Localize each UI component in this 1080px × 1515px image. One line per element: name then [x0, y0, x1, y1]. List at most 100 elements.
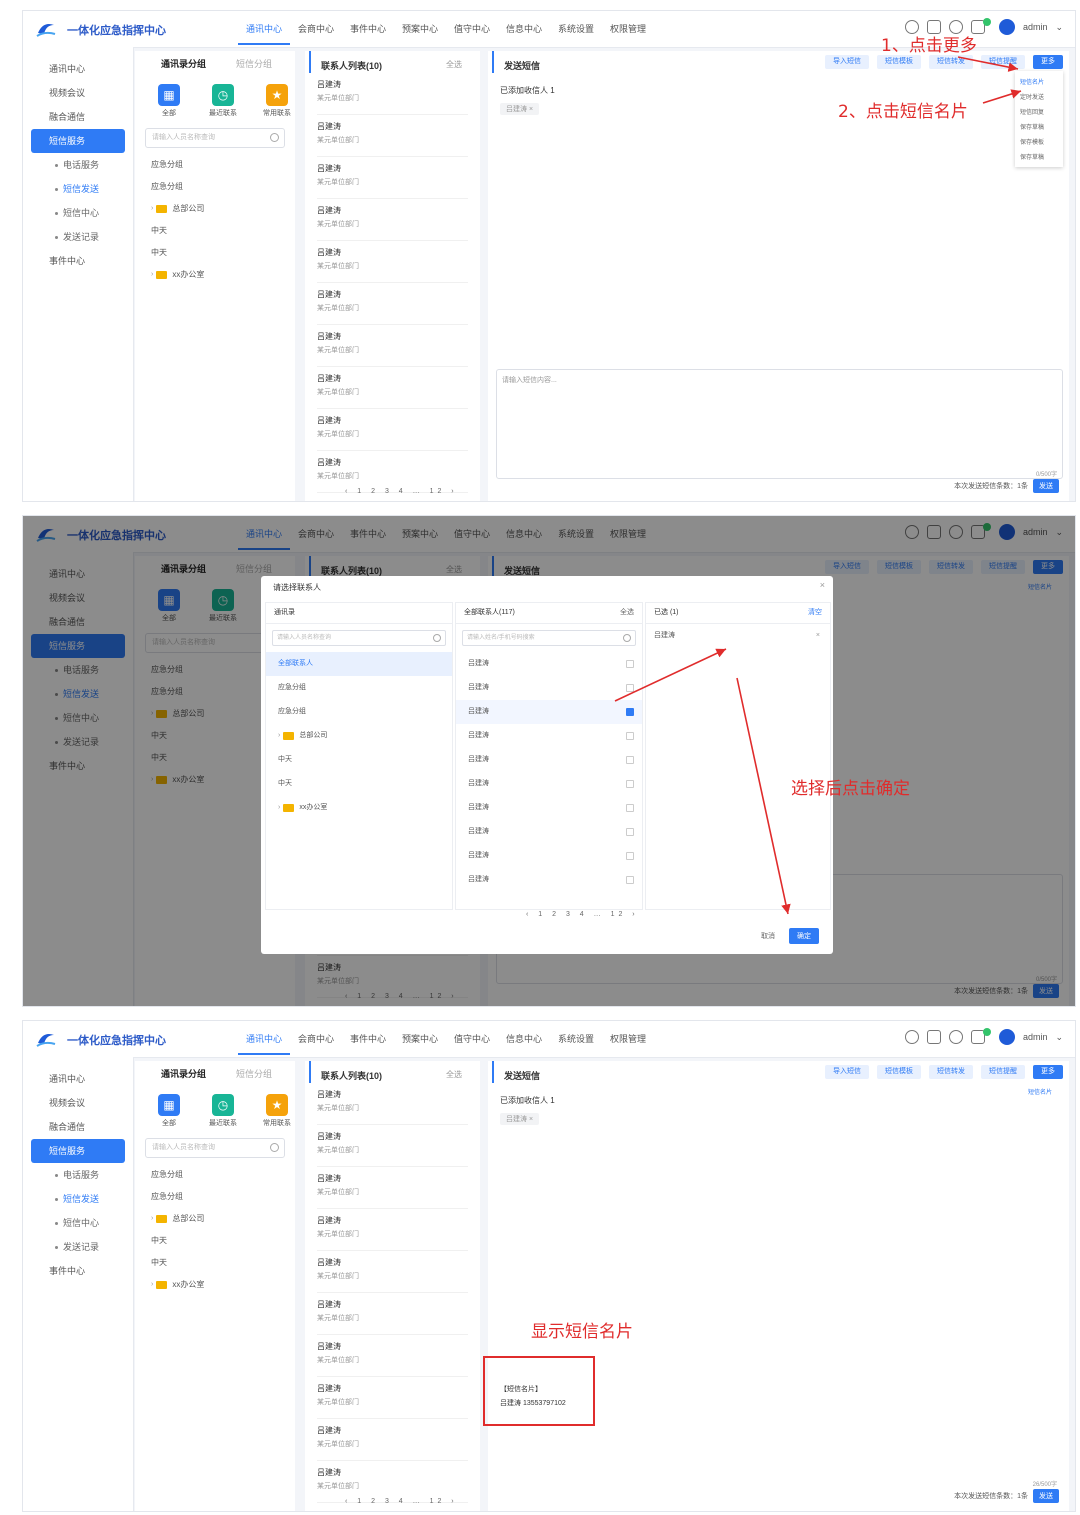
online-badge	[982, 1028, 991, 1036]
tutorial-page: 一体化应急指挥中心 通讯中心 会商中心 事件中心 预案中心 值守中心 信息中心 系统设置 权限…	[0, 0, 1080, 1515]
avatar[interactable]	[998, 1029, 1015, 1045]
contact-item[interactable]: 吕建涛某元单位部门	[317, 1299, 468, 1335]
group-tree-label: 总部公司	[172, 1214, 205, 1223]
contact-name: 吕建涛	[317, 1426, 341, 1435]
contact-name: 吕建涛	[317, 1216, 341, 1225]
contact-dept: 某元单位部门	[317, 1315, 359, 1322]
sidebar-item[interactable]: 通讯中心	[23, 1067, 133, 1091]
folder-icon	[156, 1281, 168, 1289]
chevron-down-icon[interactable]: ⌄	[1055, 1032, 1063, 1043]
sidebar-subitem[interactable]: 短信发送	[23, 1187, 133, 1211]
contact-name: 吕建涛	[317, 1300, 341, 1309]
sidebar: 通讯中心 视频会议 融合通信 短信服务 电话服务 短信发送 短信中心 发送记录 事件中心	[23, 1057, 134, 1511]
contact-dept: 某元单位部门	[317, 1483, 359, 1490]
group-tree-item[interactable]: 中天	[135, 1230, 295, 1252]
nav-item[interactable]: 通讯中心	[238, 1021, 290, 1055]
step-screenshot-1: 一体化应急指挥中心 通讯中心 会商中心 事件中心 预案中心 值守中心 信息中心 系统设置 权限…	[22, 10, 1076, 502]
username[interactable]: admin	[1023, 1032, 1048, 1042]
group-shortcut[interactable]: ★ 常用联系	[261, 1094, 293, 1128]
group-tree-label: 应急分组	[151, 1170, 183, 1179]
contact-dept: 某元单位部门	[317, 1231, 359, 1238]
recipient-tag[interactable]: 吕建涛 ×	[500, 1113, 540, 1125]
annotation-arrows	[957, 56, 1022, 104]
sidebar-item[interactable]: 融合通信	[23, 1115, 133, 1139]
group-tree-label: 中天	[151, 1236, 167, 1245]
contact-item[interactable]: 吕建涛某元单位部门	[317, 1341, 468, 1377]
send-toolbar-button[interactable]: 短信转发	[929, 1065, 973, 1079]
group-tree-item[interactable]: › 总部公司	[135, 1208, 295, 1230]
group-shortcut[interactable]: ◷ 最近联系	[207, 1094, 239, 1128]
pagination[interactable]: ‹ 1 2 3 4 … 12 ›	[345, 1498, 458, 1505]
top-navbar: 一体化应急指挥中心 通讯中心 会商中心 事件中心 预案中心 值守中心 信息中心 系统设置 权限…	[23, 1021, 1075, 1058]
group-search-input[interactable]: 请输入人员名称查询	[145, 1138, 285, 1158]
contact-item[interactable]: 吕建涛某元单位部门	[317, 1131, 468, 1167]
nav-item[interactable]: 预案中心	[394, 1021, 446, 1057]
contact-item[interactable]: 吕建涛某元单位部门	[317, 1383, 468, 1419]
sidebar-subitem[interactable]: 电话服务	[23, 1163, 133, 1187]
nav-item[interactable]: 系统设置	[550, 1021, 602, 1057]
group-shortcut[interactable]: ▦ 全部	[153, 1094, 185, 1128]
contact-dept: 某元单位部门	[317, 1357, 359, 1364]
tab-sms-group[interactable]: 短信分组	[236, 1067, 272, 1080]
contact-dept: 某元单位部门	[317, 1147, 359, 1154]
contact-name: 吕建涛	[317, 1258, 341, 1267]
nav-item[interactable]: 信息中心	[498, 1021, 550, 1057]
sidebar-subitem[interactable]: 发送记录	[23, 1235, 133, 1259]
folder-icon	[156, 1215, 168, 1223]
group-tree-item[interactable]: 中天	[135, 1252, 295, 1274]
tab-contacts-group[interactable]: 通讯录分组	[161, 1067, 206, 1080]
send-toolbar: 导入短信 短信模板 短信转发 短信提醒 更多	[825, 1065, 1063, 1079]
main-nav: 通讯中心 会商中心 事件中心 预案中心 值守中心 信息中心 系统设置 权限管理	[238, 1021, 654, 1057]
contact-dept: 某元单位部门	[317, 1105, 359, 1112]
send-toolbar-button[interactable]: 短信提醒	[981, 1065, 1025, 1079]
select-all-link[interactable]: 全选	[446, 1069, 462, 1080]
group-tree-item[interactable]: › xx办公室	[135, 1274, 295, 1296]
caret-icon: ›	[151, 1215, 154, 1222]
group-tree-item[interactable]: 应急分组	[135, 1186, 295, 1208]
contact-name: 吕建涛	[317, 1342, 341, 1351]
sidebar-subitem[interactable]: 短信中心	[23, 1211, 133, 1235]
nav-item[interactable]: 会商中心	[290, 1021, 342, 1057]
group-icon: ◷	[212, 1094, 234, 1116]
contact-item[interactable]: 吕建涛某元单位部门	[317, 1089, 468, 1125]
group-tree-label: 中天	[151, 1258, 167, 1267]
more-dropdown: 短信名片	[1023, 1081, 1063, 1102]
search-icon	[270, 1143, 279, 1152]
nav-item[interactable]: 权限管理	[602, 1021, 654, 1057]
send-button[interactable]: 发送	[1033, 1489, 1059, 1503]
char-counter: 26/500字	[1032, 1482, 1057, 1488]
contact-name: 吕建涛	[317, 1468, 341, 1477]
nav-item[interactable]: 值守中心	[446, 1021, 498, 1057]
folder-icon[interactable]	[926, 1030, 941, 1044]
app-logo-icon	[36, 1034, 56, 1047]
home-icon[interactable]	[904, 1030, 919, 1044]
contact-item[interactable]: 吕建涛某元单位部门	[317, 1173, 468, 1209]
send-toolbar-button[interactable]: 更多	[1033, 1065, 1063, 1079]
user-icon[interactable]	[948, 1030, 963, 1044]
dropdown-item[interactable]: 短信名片	[1023, 1084, 1063, 1099]
caret-icon: ›	[151, 1281, 154, 1288]
step-screenshot-3: 一体化应急指挥中心 通讯中心 会商中心 事件中心 预案中心 值守中心 信息中心 系统设置 权限…	[22, 1020, 1076, 1512]
sidebar-item[interactable]: 视频会议	[23, 1091, 133, 1115]
top-icons: admin ⌄	[904, 1028, 1063, 1045]
group-tree-item[interactable]: 应急分组	[135, 1164, 295, 1186]
contact-item[interactable]: 吕建涛某元单位部门	[317, 1215, 468, 1251]
sidebar-item[interactable]: 事件中心	[23, 1259, 133, 1283]
sidebar-item-sms[interactable]: 短信服务	[31, 1139, 125, 1163]
contact-item[interactable]: 吕建涛某元单位部门	[317, 1257, 468, 1293]
annotation-step4: 显示短信名片	[531, 1322, 633, 1342]
contact-dept: 某元单位部门	[317, 1189, 359, 1196]
contact-item[interactable]: 吕建涛某元单位部门	[317, 1425, 468, 1461]
contact-name: 吕建涛	[317, 1132, 341, 1141]
group-shortcut-label: 常用联系	[263, 1120, 291, 1127]
step-screenshot-2: 一体化应急指挥中心 通讯中心 会商中心 事件中心 预案中心 值守中心 信息中心 系统设置 权限…	[22, 515, 1076, 1007]
nav-item[interactable]: 事件中心	[342, 1021, 394, 1057]
group-tree-label: xx办公室	[172, 1280, 205, 1289]
send-toolbar-button[interactable]: 短信模板	[877, 1065, 921, 1079]
send-sms-panel: 发送短信 导入短信短信模板短信转发短信提醒更多 短信名片 已添加收信人 1 吕建…	[488, 1061, 1069, 1511]
contact-list: 联系人列表(10)全选 吕建涛某元单位部门吕建涛某元单位部门吕建涛某元单位部门吕…	[305, 1061, 480, 1511]
send-toolbar-button[interactable]: 导入短信	[825, 1065, 869, 1079]
recipient-label: 已添加收信人 1	[500, 1096, 555, 1105]
group-shortcut-label: 最近联系	[209, 1120, 237, 1127]
contact-name: 吕建涛	[317, 1174, 341, 1183]
